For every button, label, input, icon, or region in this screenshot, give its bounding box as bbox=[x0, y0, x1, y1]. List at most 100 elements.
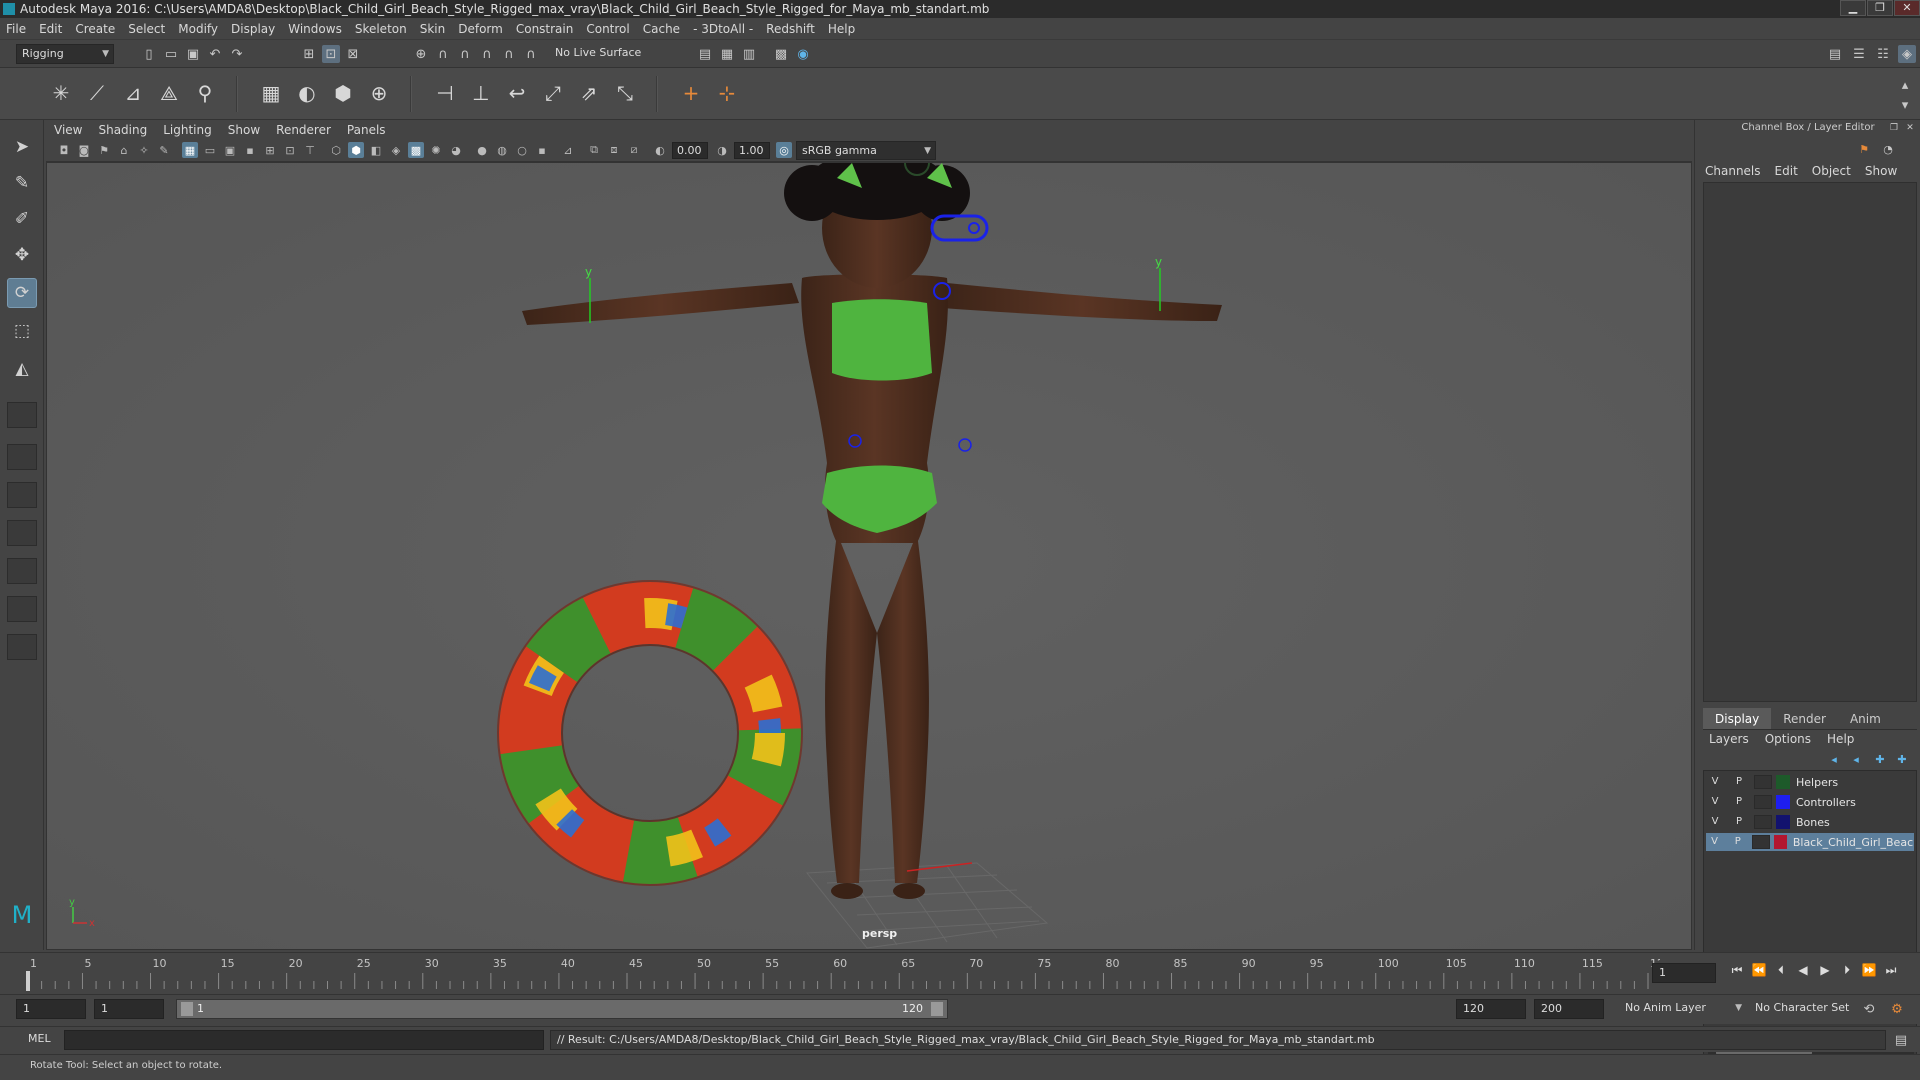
anti-aliasing-icon[interactable]: ○ bbox=[514, 142, 530, 158]
outliner-persp-layout-icon[interactable] bbox=[7, 596, 37, 622]
modeling-toolkit-icon[interactable]: ▤ bbox=[1826, 45, 1844, 63]
snap-view-icon[interactable]: ∩ bbox=[478, 45, 496, 63]
new-scene-icon[interactable]: ▯ bbox=[140, 45, 158, 63]
layer-playback-toggle[interactable]: P bbox=[1730, 794, 1748, 810]
shelf-scroll-up-icon[interactable]: ▴ bbox=[1896, 76, 1914, 94]
render-view-icon[interactable]: ◉ bbox=[794, 45, 812, 63]
select-component-icon[interactable]: ⊠ bbox=[344, 45, 362, 63]
snap-point-icon[interactable]: ∩ bbox=[456, 45, 474, 63]
persp-graph-layout-icon[interactable] bbox=[7, 520, 37, 546]
joint-tool-icon[interactable]: ✳ bbox=[46, 78, 76, 108]
ipr-render-icon[interactable]: ▦ bbox=[718, 45, 736, 63]
gamma-icon[interactable]: ◑ bbox=[714, 142, 730, 158]
select-tool-icon[interactable]: ➤ bbox=[7, 132, 37, 162]
hypershade-icon[interactable]: ▩ bbox=[772, 45, 790, 63]
speed-icon[interactable]: ◔ bbox=[1879, 140, 1897, 158]
menu-3dtoall[interactable]: - 3DtoAll - bbox=[693, 22, 753, 36]
parent-constraint-icon[interactable]: ⊣ bbox=[430, 78, 460, 108]
layer-type-toggle[interactable] bbox=[1752, 835, 1770, 849]
menu-redshift[interactable]: Redshift bbox=[766, 22, 815, 36]
layer-playback-toggle[interactable]: P bbox=[1730, 774, 1748, 790]
safe-action-icon[interactable]: ⊡ bbox=[282, 142, 298, 158]
shadows-icon[interactable]: ◕ bbox=[448, 142, 464, 158]
anim-layer-dropdown[interactable]: No Anim Layer ▼ bbox=[1620, 999, 1746, 1019]
script-language-toggle[interactable]: MEL bbox=[28, 1032, 51, 1045]
field-chart-icon[interactable]: ⊞ bbox=[262, 142, 278, 158]
open-scene-icon[interactable]: ▭ bbox=[162, 45, 180, 63]
lattice-icon[interactable]: ⬢ bbox=[328, 78, 358, 108]
last-tool-icon[interactable]: ◭ bbox=[7, 354, 37, 384]
move-tool-icon[interactable]: ✥ bbox=[7, 240, 37, 270]
snap-surface-icon[interactable]: ∩ bbox=[500, 45, 518, 63]
layer-row-helpers[interactable]: V P Helpers bbox=[1706, 773, 1914, 791]
mirror-joint-icon[interactable]: ⚲ bbox=[190, 78, 220, 108]
four-view-layout-icon[interactable] bbox=[7, 444, 37, 470]
bind-skin-icon[interactable]: ▦ bbox=[256, 78, 286, 108]
minimize-button[interactable]: ▁ bbox=[1840, 0, 1866, 16]
persp-outliner-layout-icon[interactable] bbox=[7, 482, 37, 508]
textured-icon[interactable]: ▩ bbox=[408, 142, 424, 158]
shelf-scroll-down-icon[interactable]: ▾ bbox=[1896, 96, 1914, 114]
menu-constrain[interactable]: Constrain bbox=[516, 22, 574, 36]
layer-type-toggle[interactable] bbox=[1754, 795, 1772, 809]
move-layer-down-icon[interactable]: ◂ bbox=[1847, 750, 1865, 768]
auto-key-icon[interactable]: ⟲ bbox=[1860, 1000, 1878, 1018]
tab-render[interactable]: Render bbox=[1771, 708, 1838, 729]
perspective-viewport[interactable]: y y y x persp bbox=[46, 162, 1692, 950]
channel-box-menu-object[interactable]: Object bbox=[1812, 164, 1851, 178]
channel-box-area[interactable] bbox=[1703, 182, 1917, 702]
resolution-gate-icon[interactable]: ▣ bbox=[222, 142, 238, 158]
safe-title-icon[interactable]: ⊤ bbox=[302, 142, 318, 158]
select-hierarchy-icon[interactable]: ⊞ bbox=[300, 45, 318, 63]
range-start-handle[interactable] bbox=[181, 1002, 193, 1016]
pole-vector-icon[interactable]: ⤡ bbox=[610, 78, 640, 108]
ik-spline-icon[interactable]: ⊿ bbox=[118, 78, 148, 108]
menu-set-dropdown[interactable]: Rigging ▼ bbox=[16, 44, 114, 64]
grease-pencil-icon[interactable]: ✎ bbox=[156, 142, 172, 158]
insert-joint-icon[interactable]: ⟁ bbox=[154, 78, 184, 108]
channel-box-menu-edit[interactable]: Edit bbox=[1775, 164, 1798, 178]
point-constraint-icon[interactable]: ⊥ bbox=[466, 78, 496, 108]
scale-tool-icon[interactable]: ⬚ bbox=[7, 316, 37, 346]
channel-box-icon[interactable]: ◈ bbox=[1898, 45, 1916, 63]
playback-end-field[interactable]: 120 bbox=[1456, 999, 1526, 1019]
layer-color-swatch[interactable] bbox=[1773, 835, 1787, 849]
locator-icon[interactable]: + bbox=[676, 78, 706, 108]
viewport-menu-shading[interactable]: Shading bbox=[98, 123, 147, 137]
menu-control[interactable]: Control bbox=[586, 22, 629, 36]
aim-constraint-icon[interactable]: ⇗ bbox=[574, 78, 604, 108]
layer-row-controllers[interactable]: V P Controllers bbox=[1706, 793, 1914, 811]
maximize-button[interactable]: ❐ bbox=[1867, 0, 1893, 16]
layer-playback-toggle[interactable]: P bbox=[1730, 814, 1748, 830]
single-perspective-layout-icon[interactable] bbox=[7, 402, 37, 428]
character-set-dropdown[interactable]: No Character Set bbox=[1750, 999, 1872, 1019]
lasso-tool-icon[interactable]: ✎ bbox=[7, 168, 37, 198]
manipulator-icon[interactable]: ⚑ bbox=[1855, 140, 1873, 158]
motion-blur-icon[interactable]: ◍ bbox=[494, 142, 510, 158]
gamma-field[interactable]: 1.00 bbox=[734, 142, 770, 159]
menu-cache[interactable]: Cache bbox=[643, 22, 680, 36]
screen-space-ao-icon[interactable]: ● bbox=[474, 142, 490, 158]
xray-joints-icon[interactable]: ⧄ bbox=[626, 142, 642, 158]
layer-visibility-toggle[interactable]: V bbox=[1706, 774, 1724, 790]
menu-modify[interactable]: Modify bbox=[178, 22, 218, 36]
bookmark-icon[interactable]: ⚑ bbox=[96, 142, 112, 158]
paint-weights-icon[interactable]: ◐ bbox=[292, 78, 322, 108]
layer-color-swatch[interactable] bbox=[1776, 795, 1790, 809]
menu-display[interactable]: Display bbox=[231, 22, 275, 36]
move-layer-up-icon[interactable]: ◂ bbox=[1825, 750, 1843, 768]
menu-file[interactable]: File bbox=[6, 22, 26, 36]
exposure-field[interactable]: 0.00 bbox=[672, 142, 708, 159]
smooth-shade-icon[interactable]: ⬢ bbox=[348, 142, 364, 158]
time-slider[interactable]: 1 5 10 15 20 25 30 35 40 45 50 55 60 65 70 75 80 85 90 95 10… bbox=[0, 952, 1920, 994]
close-button[interactable]: ✕ bbox=[1894, 0, 1920, 16]
xray-active-icon[interactable]: ⧈ bbox=[606, 142, 622, 158]
layer-visibility-toggle[interactable]: V bbox=[1706, 794, 1724, 810]
menu-deform[interactable]: Deform bbox=[458, 22, 503, 36]
snap-curve-icon[interactable]: ∩ bbox=[434, 45, 452, 63]
render-settings-icon[interactable]: ▥ bbox=[740, 45, 758, 63]
new-empty-layer-icon[interactable]: ✚ bbox=[1871, 750, 1889, 768]
animation-end-field[interactable]: 200 bbox=[1534, 999, 1604, 1019]
animation-preferences-icon[interactable]: ⚙ bbox=[1888, 1000, 1906, 1018]
xray-icon[interactable]: ⧉ bbox=[586, 142, 602, 158]
